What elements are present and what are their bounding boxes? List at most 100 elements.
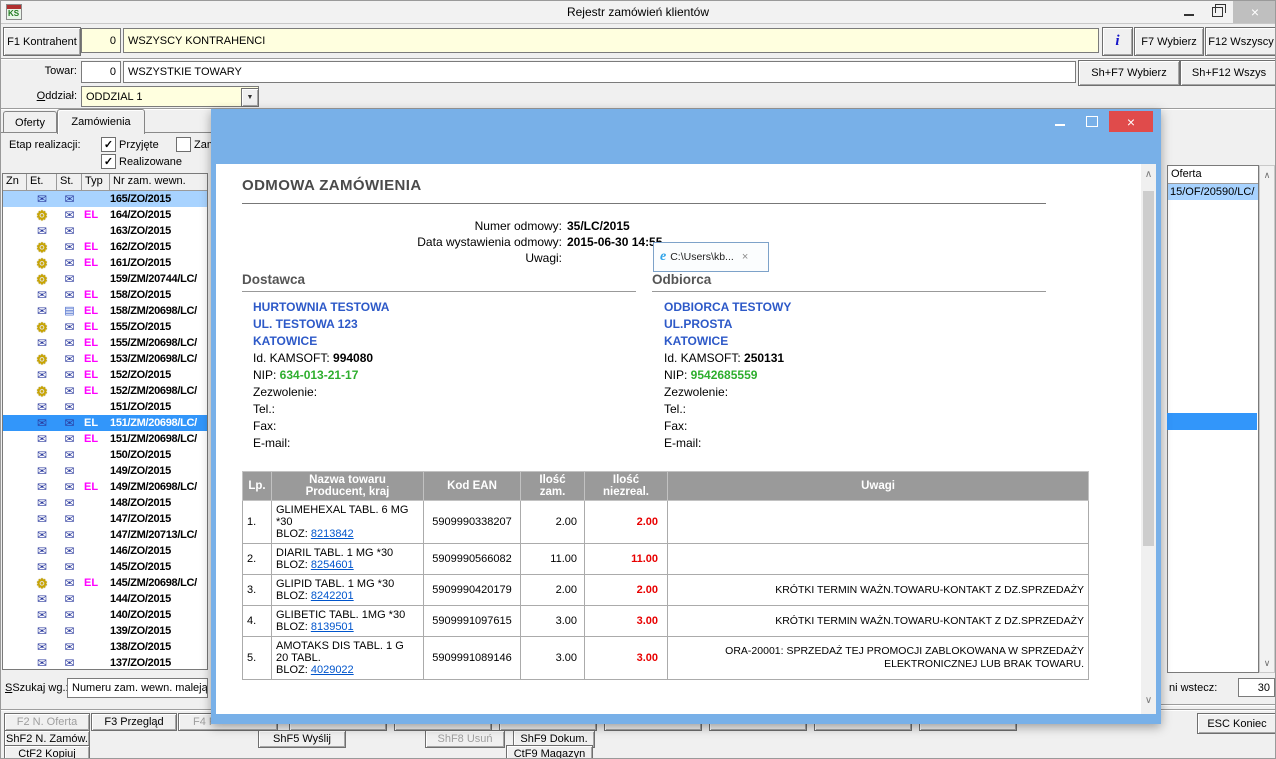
col-et[interactable]: Et. xyxy=(27,174,57,190)
scroll-up-icon[interactable]: ∧ xyxy=(1260,168,1274,182)
table-row[interactable]: ✉✉145/ZO/2015 xyxy=(3,559,207,575)
table-row[interactable]: ✉✉144/ZO/2015 xyxy=(3,591,207,607)
tab-oferty[interactable]: Oferty xyxy=(3,111,57,133)
scrollbar-thumb[interactable] xyxy=(1143,191,1154,546)
table-row[interactable]: ✉✉EL155/ZM/20698/LC/ xyxy=(3,335,207,351)
f1-kontrahent-button[interactable]: F1 Kontrahent xyxy=(3,27,81,56)
f2-nowa-oferta-button[interactable]: F2 N. Oferta xyxy=(4,713,90,731)
oferta-row[interactable]: 15/OF/20590/LC/ xyxy=(1168,184,1258,200)
product-name: GLIPID TABL. 1 MG *30 xyxy=(276,578,419,590)
shf12-wszyscy-button[interactable]: Sh+F12 Wszys xyxy=(1180,60,1276,86)
table-row[interactable]: ⚙✉EL155/ZO/2015 xyxy=(3,319,207,335)
restore-button[interactable] xyxy=(1204,1,1230,23)
oferta-scrollbar[interactable]: ∧ ∨ xyxy=(1259,165,1275,673)
table-row[interactable]: ✉✉EL152/ZO/2015 xyxy=(3,367,207,383)
ie-tab[interactable]: eC:\Users\kb...× xyxy=(653,242,769,272)
scroll-up-icon[interactable]: ∧ xyxy=(1141,169,1156,180)
bloz-link[interactable]: 8139501 xyxy=(311,621,354,633)
dni-wstecz-input[interactable]: 30 xyxy=(1238,678,1275,697)
table-row[interactable]: ✉✉137/ZO/2015 xyxy=(3,655,207,670)
bloz-label: BLOZ: xyxy=(276,664,311,676)
table-row[interactable]: ✉✉EL151/ZM/20698/LC/ xyxy=(3,415,207,431)
checkbox-realizowane[interactable]: ✓ xyxy=(101,154,116,169)
scroll-down-icon[interactable]: ∨ xyxy=(1260,656,1274,670)
shf7-wybierz-button[interactable]: Sh+F7 Wybierz xyxy=(1078,60,1180,86)
checkbox-przyjete[interactable]: ✓ xyxy=(101,137,116,152)
towar-name-field[interactable]: WSZYSTKIE TOWARY xyxy=(123,61,1076,83)
st-cell: ✉ xyxy=(57,273,82,285)
oddzial-dropdown-button[interactable]: ▼ xyxy=(241,88,259,107)
scroll-down-icon[interactable]: ∨ xyxy=(1141,695,1156,706)
kontrahent-name-field[interactable]: WSZYSCY KONTRAHENCI xyxy=(123,28,1099,53)
table-row[interactable]: ✉▤EL158/ZM/20698/LC/ xyxy=(3,303,207,319)
qty-unrealized-cell: 3.00 xyxy=(585,606,668,637)
info-button[interactable]: i xyxy=(1102,27,1133,56)
table-row[interactable]: ✉✉165/ZO/2015 xyxy=(3,191,207,207)
table-row[interactable]: ✉✉140/ZO/2015 xyxy=(3,607,207,623)
ie-scrollbar[interactable]: ∧ ∨ xyxy=(1141,164,1156,714)
tab-zamowienia[interactable]: Zamówienia xyxy=(57,109,145,134)
table-row[interactable]: ⚙✉EL161/ZO/2015 xyxy=(3,255,207,271)
oddzial-select[interactable]: ODDZIAL 1 xyxy=(81,86,259,107)
col-zn[interactable]: Zn xyxy=(3,174,27,190)
minimize-icon xyxy=(1184,14,1194,16)
shf5-wyslij-button[interactable]: ShF5 Wyślij xyxy=(258,730,346,748)
bloz-link[interactable]: 8242201 xyxy=(311,590,354,602)
table-row[interactable]: ✉✉149/ZO/2015 xyxy=(3,463,207,479)
popup-minimize-button[interactable] xyxy=(1047,111,1073,132)
col-typ[interactable]: Typ xyxy=(82,174,110,190)
table-row[interactable]: ⚙✉EL164/ZO/2015 xyxy=(3,207,207,223)
table-row[interactable]: ⚙✉EL162/ZO/2015 xyxy=(3,239,207,255)
table-row[interactable]: ✉✉EL158/ZO/2015 xyxy=(3,287,207,303)
minimize-button[interactable] xyxy=(1176,1,1202,23)
esc-koniec-button[interactable]: ESC Koniec xyxy=(1197,713,1276,734)
table-row[interactable]: ⚙✉EL153/ZM/20698/LC/ xyxy=(3,351,207,367)
gear-icon: ⚙ xyxy=(36,209,48,222)
table-row[interactable]: ✉✉138/ZO/2015 xyxy=(3,639,207,655)
st-cell: ✉ xyxy=(57,545,82,557)
popup-close-button[interactable]: × xyxy=(1109,111,1153,132)
table-row[interactable]: ✉✉EL149/ZM/20698/LC/ xyxy=(3,479,207,495)
table-row[interactable]: ✉✉146/ZO/2015 xyxy=(3,543,207,559)
table-row[interactable]: ⚙✉EL145/ZM/20698/LC/ xyxy=(3,575,207,591)
table-row[interactable]: ✉✉EL151/ZM/20698/LC/ xyxy=(3,431,207,447)
product-name: AMOTAKS DIS TABL. 1 G 20 TABL. xyxy=(276,640,419,664)
envelope-icon: ✉ xyxy=(37,401,47,413)
szukaj-select[interactable]: Numeru zam. wewn. malejąco xyxy=(67,678,208,698)
table-row[interactable]: ✉✉151/ZO/2015 xyxy=(3,399,207,415)
bloz-link[interactable]: 4029022 xyxy=(311,664,354,676)
bloz-link[interactable]: 8254601 xyxy=(311,559,354,571)
table-row[interactable]: ⚙✉EL152/ZM/20698/LC/ xyxy=(3,383,207,399)
table-row[interactable]: ✉✉150/ZO/2015 xyxy=(3,447,207,463)
f12-wszyscy-button[interactable]: F12 Wszyscy xyxy=(1205,27,1276,56)
bloz-label: BLOZ: xyxy=(276,621,311,633)
col-nr[interactable]: Nr zam. wewn. xyxy=(110,174,207,190)
order-number: 153/ZM/20698/LC/ xyxy=(110,353,207,365)
tab-close-icon[interactable]: × xyxy=(742,251,748,263)
party-extra-line: Fax: xyxy=(664,418,1024,435)
close-button[interactable]: × xyxy=(1233,1,1276,23)
f7-wybierz-button[interactable]: F7 Wybierz xyxy=(1134,27,1204,56)
table-row[interactable]: ⚙✉159/ZM/20744/LC/ xyxy=(3,271,207,287)
oferta-column-header[interactable]: Oferta xyxy=(1168,166,1258,184)
f3-przeglad-button[interactable]: F3 Przegląd xyxy=(91,713,177,731)
table-row[interactable]: ✉✉163/ZO/2015 xyxy=(3,223,207,239)
uwagi-cell xyxy=(668,544,1089,575)
shf8-usun-button[interactable]: ShF8 Usuń xyxy=(425,730,505,748)
ctf9-magazyn-button[interactable]: CtF9 Magazyn xyxy=(506,745,593,759)
table-row[interactable]: ✉✉147/ZM/20713/LC/ xyxy=(3,527,207,543)
ean-cell: 5909991097615 xyxy=(424,606,521,637)
close-icon: × xyxy=(1127,114,1135,130)
popup-maximize-button[interactable] xyxy=(1079,111,1105,132)
bloz-link[interactable]: 8213842 xyxy=(311,528,354,540)
table-row[interactable]: ✉✉147/ZO/2015 xyxy=(3,511,207,527)
table-row[interactable]: ✉✉148/ZO/2015 xyxy=(3,495,207,511)
ctf2-kopiuj-button[interactable]: CtF2 Kopiuj xyxy=(4,745,90,759)
st-cell: ✉ xyxy=(57,225,82,237)
checkbox-zam[interactable] xyxy=(176,137,191,152)
col-st[interactable]: St. xyxy=(57,174,82,190)
envelope-icon: ✉ xyxy=(64,257,74,269)
kontrahent-code-field[interactable]: 0 xyxy=(81,28,121,53)
table-row[interactable]: ✉✉139/ZO/2015 xyxy=(3,623,207,639)
towar-code-field[interactable]: 0 xyxy=(81,61,121,83)
